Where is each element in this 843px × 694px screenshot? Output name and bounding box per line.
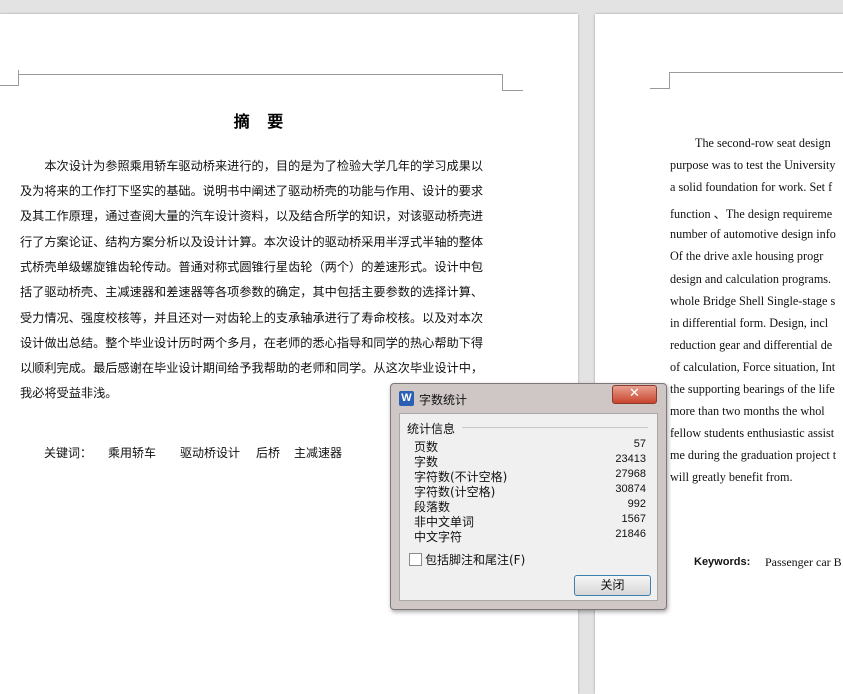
body-line: number of automotive design info	[670, 227, 836, 241]
body-line: 我必将受益非浅。	[20, 386, 118, 400]
stat-row-paragraphs: 段落数 992	[414, 498, 646, 514]
stat-value: 23413	[615, 453, 646, 465]
body-line: function 、The design requireme	[670, 207, 833, 221]
header-rule	[18, 74, 503, 75]
dialog-body: 统计信息 页数 57 字数 23413 字符数(不计空格) 27968 字符数(…	[399, 413, 658, 601]
keywords-label: Keywords:	[694, 556, 751, 568]
abstract-title: 摘 要	[233, 112, 290, 131]
body-line: 及其工作原理，通过查阅大量的汽车设计资料，以及结合所学的知识，对该驱动桥壳进	[20, 209, 484, 223]
margin-mark-top-left	[18, 70, 21, 86]
body-line: the supporting bearings of the life	[670, 382, 835, 396]
body-line: 式桥壳单级螺旋锥齿轮传动。普通对称式圆锥行星齿轮（两个）的差速形式。设计中包	[20, 260, 484, 274]
dialog-title: 字数统计	[419, 393, 468, 407]
group-divider	[462, 427, 648, 428]
body-line: fellow students enthusiastic assist	[670, 426, 835, 440]
stat-value: 57	[633, 438, 646, 450]
close-button[interactable]: 关闭	[574, 575, 651, 596]
body-line: 行了方案论证、结构方案分析以及设计计算。本次设计的驱动桥采用半浮式半轴的整体	[20, 235, 484, 249]
stat-value: 27968	[615, 468, 646, 480]
body-line: me during the graduation project t	[670, 448, 837, 462]
header-rule	[669, 72, 843, 73]
body-line: 以顺利完成。最后感谢在毕业设计期间给予我帮助的老师和同学。从这次毕业设计中，	[20, 361, 484, 375]
body-line: whole Bridge Shell Single-stage s	[670, 294, 836, 308]
include-footnotes-label[interactable]: 包括脚注和尾注(F)	[425, 551, 525, 568]
word-count-dialog: W 字数统计 ✕ 统计信息 页数 57 字数 23413 字符数(不计空格) 2…	[390, 383, 667, 610]
keyword: 驱动桥设计	[180, 446, 241, 460]
keyword: 主减速器	[294, 446, 343, 460]
margin-mark-top-left	[650, 72, 670, 89]
stat-row-chars-with-spaces: 字符数(计空格) 30874	[414, 483, 646, 499]
body-line: The second-row seat design	[695, 136, 831, 150]
stat-row-non-chinese-words: 非中文单词 1567	[414, 513, 646, 529]
body-line: purpose was to test the University	[670, 158, 836, 172]
close-icon[interactable]: ✕	[612, 385, 657, 404]
keyword: 后桥	[256, 446, 281, 460]
body-line: 及为将来的工作打下坚实的基础。说明书中阐述了驱动桥壳的功能与作用、设计的要求	[20, 184, 484, 198]
stat-value: 1567	[621, 513, 646, 525]
body-line: 受力情况、强度校核等，并且还对一对齿轮上的支承轴承进行了寿命校核。以及对本次	[20, 311, 484, 325]
stat-label: 中文字符	[414, 530, 463, 544]
body-line: reduction gear and differential de	[670, 338, 833, 352]
keyword: 乘用轿车	[108, 446, 157, 460]
body-line: Of the drive axle housing progr	[670, 249, 824, 263]
body-line: 本次设计为参照乘用轿车驱动桥来进行的，目的是为了检验大学几年的学习成果以	[20, 159, 484, 173]
body-line: in differential form. Design, incl	[670, 316, 829, 330]
body-line: of calculation, Force situation, Int	[670, 360, 836, 374]
stat-value: 30874	[615, 483, 646, 495]
stat-row-pages: 页数 57	[414, 438, 646, 454]
keywords-text: Passenger car B	[765, 555, 842, 569]
margin-mark-top-right	[502, 74, 523, 91]
stat-row-chars-no-spaces: 字符数(不计空格) 27968	[414, 468, 646, 484]
keywords-label: 关键词：	[44, 446, 93, 460]
body-line: more than two months the whol	[670, 404, 825, 418]
stat-value: 992	[627, 498, 646, 510]
body-line: design and calculation programs.	[670, 272, 832, 286]
stat-value: 21846	[615, 528, 646, 540]
body-line: 括了驱动桥壳、主减速器和差速器等各项参数的确定，其中包括主要参数的选择计算、	[20, 285, 484, 299]
body-line: a solid foundation for work. Set f	[670, 180, 833, 194]
group-title: 统计信息	[407, 422, 456, 436]
stat-row-words: 字数 23413	[414, 453, 646, 469]
wps-writer-icon: W	[399, 391, 414, 406]
body-line: will greatly benefit from.	[670, 470, 793, 484]
include-footnotes-checkbox[interactable]	[409, 553, 422, 566]
stat-row-chinese-chars: 中文字符 21846	[414, 528, 646, 544]
body-line: 设计做出总结。整个毕业设计历时两个多月，在老师的悉心指导和同学的热心帮助下得	[20, 336, 484, 350]
margin-mark-left-bottom	[0, 85, 19, 86]
